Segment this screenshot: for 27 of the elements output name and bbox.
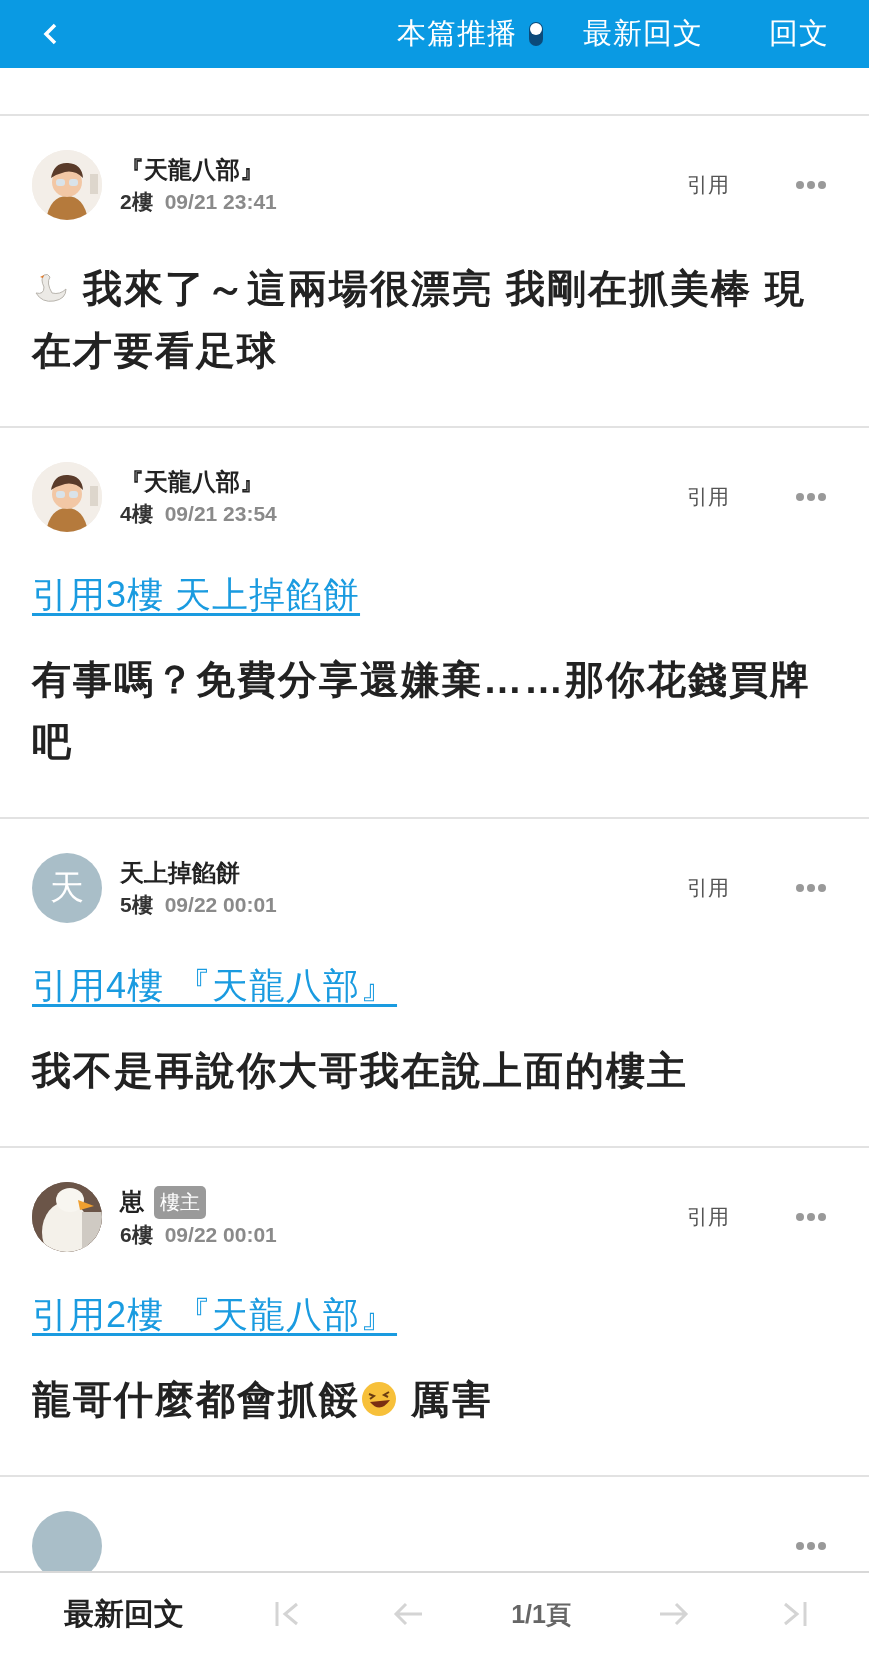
post-text: 我來了～這兩場很漂亮 我剛在抓美棒 現 xyxy=(81,267,806,310)
quote-button[interactable]: 引用 xyxy=(683,870,733,906)
quote-button[interactable]: 引用 xyxy=(683,1199,733,1235)
floor-number: 4樓 xyxy=(120,501,153,527)
author-name: 『天龍八部』 xyxy=(120,155,264,185)
floor-number: 5樓 xyxy=(120,892,153,918)
quote-button[interactable]: 引用 xyxy=(683,167,733,203)
post-text: 龍哥什麼都會抓餒 xyxy=(32,1378,360,1421)
author-name: 崽 xyxy=(120,1187,144,1217)
post-text: 我不是再說你大哥我在說上面的樓主 xyxy=(32,1049,688,1092)
author-name: 『天龍八部』 xyxy=(120,467,264,497)
post-text: 有事嗎？免費分享還嫌棄……那你花錢買牌吧 xyxy=(32,658,811,763)
quote-button[interactable]: 引用 xyxy=(683,479,733,515)
letter-avatar: 天 xyxy=(32,853,102,923)
page-indicator: 1/1頁 xyxy=(511,1598,571,1630)
post-time: 09/22 00:01 xyxy=(164,1222,277,1247)
post-text: 厲害 xyxy=(409,1378,493,1421)
author-name: 天上掉餡餅 xyxy=(120,858,240,888)
push-label: 本篇推播 xyxy=(397,16,517,51)
post-time: 09/21 23:54 xyxy=(164,502,277,526)
post-text: 在才要看足球 xyxy=(32,328,278,374)
post-time: 09/22 00:01 xyxy=(164,893,277,917)
latest-replies-link[interactable]: 最新回文 xyxy=(64,1593,184,1635)
post-time: 09/21 23:41 xyxy=(164,190,277,214)
author-badge: 樓主 xyxy=(154,1185,206,1219)
floor-number: 6樓 xyxy=(120,1221,153,1248)
floor-number: 2樓 xyxy=(120,189,153,215)
